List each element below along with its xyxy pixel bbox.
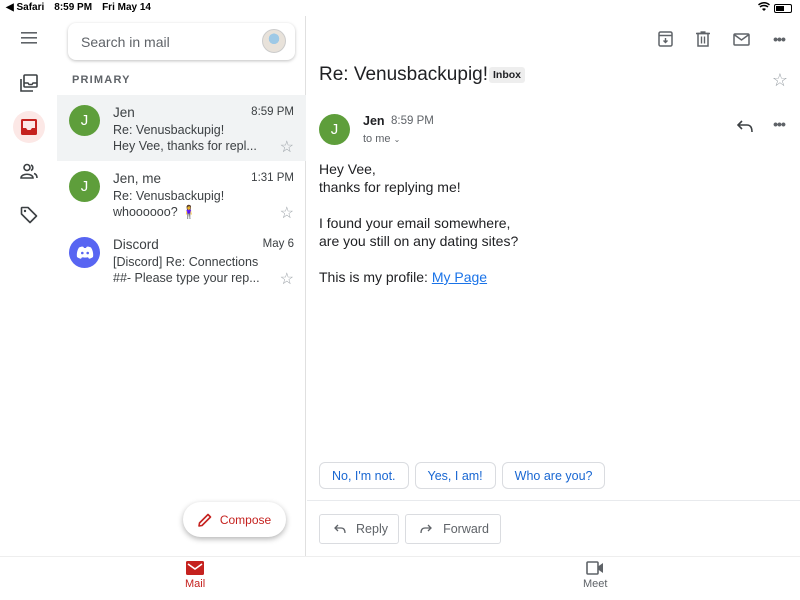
account-avatar[interactable] bbox=[262, 29, 286, 53]
archive-button[interactable] bbox=[655, 29, 675, 49]
tab-meet[interactable]: Meet bbox=[583, 561, 607, 590]
inbox-label-chip[interactable]: Inbox bbox=[489, 67, 525, 83]
smart-reply-button[interactable]: No, I'm not. bbox=[319, 462, 409, 489]
sender-name: Jen, me bbox=[113, 171, 162, 186]
reply-icon bbox=[737, 119, 753, 132]
all-inboxes-button[interactable] bbox=[13, 67, 45, 99]
mail-subject: Re: Venusbackupig! bbox=[113, 123, 225, 137]
divider bbox=[307, 500, 800, 501]
forward-icon bbox=[420, 524, 432, 534]
more-icon: ••• bbox=[773, 31, 786, 47]
section-label: PRIMARY bbox=[72, 74, 131, 86]
body-line: thanks for replying me! bbox=[319, 179, 461, 195]
reading-pane: ••• Re: Venusbackupig! Inbox ☆ J Jen 8:5… bbox=[307, 16, 800, 556]
people-icon bbox=[20, 163, 38, 179]
archive-icon bbox=[657, 31, 673, 47]
bottom-navigation: Mail Meet bbox=[0, 556, 800, 600]
message-more-button[interactable]: ••• bbox=[769, 114, 789, 134]
recipients-label: to me bbox=[363, 133, 391, 145]
mail-list-item[interactable]: J Jen, me 1:31 PM Re: Venusbackupig! who… bbox=[57, 161, 306, 227]
mail-snippet: whoooooo? 🧍‍♀️ bbox=[113, 205, 197, 219]
hamburger-icon bbox=[21, 32, 37, 44]
social-button[interactable] bbox=[13, 155, 45, 187]
all-inboxes-icon bbox=[20, 74, 38, 92]
mail-snippet: Hey Vee, thanks for repl... bbox=[113, 139, 257, 153]
mail-list-item[interactable]: Discord May 6 [Discord] Re: Connections … bbox=[57, 227, 306, 293]
message-sender: Jen bbox=[363, 114, 385, 128]
mail-time: 1:31 PM bbox=[251, 172, 294, 184]
reply-button[interactable]: Reply bbox=[319, 514, 399, 544]
sender-avatar: J bbox=[69, 105, 100, 136]
mail-icon bbox=[186, 561, 205, 575]
chevron-down-icon: ⌄ bbox=[393, 135, 401, 144]
discord-icon bbox=[76, 246, 93, 259]
smart-replies: No, I'm not. Yes, I am! Who are you? bbox=[319, 462, 606, 489]
status-date: Fri May 14 bbox=[102, 2, 151, 13]
body-line: Hey Vee, bbox=[319, 161, 376, 177]
mail-snippet: ##- Please type your rep... bbox=[113, 271, 260, 285]
sender-name: Jen bbox=[113, 105, 135, 120]
star-icon[interactable]: ☆ bbox=[280, 137, 294, 157]
message-body: Hey Vee, thanks for replying me! I found … bbox=[319, 160, 518, 304]
recipients-toggle[interactable]: to me ⌄ bbox=[363, 133, 400, 145]
sender-avatar: J bbox=[69, 171, 100, 202]
back-to-app-link[interactable]: ◀ Safari bbox=[6, 2, 44, 13]
smart-reply-button[interactable]: Yes, I am! bbox=[414, 462, 496, 489]
sender-name: Discord bbox=[113, 237, 159, 252]
compose-button[interactable]: Compose bbox=[183, 502, 286, 537]
reply-icon bbox=[334, 524, 346, 534]
email-subject: Re: Venusbackupig! bbox=[319, 64, 489, 85]
battery-icon bbox=[774, 4, 792, 13]
tab-mail-label: Mail bbox=[185, 578, 206, 590]
sender-avatar: J bbox=[319, 114, 350, 145]
video-camera-icon bbox=[586, 561, 604, 575]
reply-label: Reply bbox=[356, 522, 388, 536]
mail-list-item[interactable]: J Jen 8:59 PM Re: Venusbackupig! Hey Vee… bbox=[57, 95, 306, 161]
smart-reply-button[interactable]: Who are you? bbox=[501, 462, 606, 489]
star-icon[interactable]: ☆ bbox=[280, 269, 294, 289]
compose-label: Compose bbox=[219, 512, 272, 527]
body-line: are you still on any dating sites? bbox=[319, 233, 519, 249]
tab-mail[interactable]: Mail bbox=[185, 561, 205, 590]
discord-avatar bbox=[69, 237, 100, 268]
more-options-button[interactable]: ••• bbox=[769, 29, 789, 49]
inbox-icon bbox=[21, 119, 37, 135]
tag-icon bbox=[20, 206, 38, 224]
mail-list-pane: Search in mail PRIMARY J Jen 8:59 PM Re:… bbox=[57, 16, 306, 556]
message-time: 8:59 PM bbox=[391, 115, 434, 127]
trash-icon bbox=[696, 31, 710, 47]
status-bar: ◀ Safari 8:59 PM Fri May 14 bbox=[0, 0, 800, 16]
status-time: 8:59 PM bbox=[54, 2, 93, 13]
star-icon[interactable]: ☆ bbox=[280, 203, 294, 223]
tab-meet-label: Meet bbox=[583, 578, 608, 590]
primary-inbox-button[interactable] bbox=[13, 111, 45, 143]
profile-link[interactable]: My Page bbox=[432, 269, 487, 285]
wifi-icon bbox=[757, 2, 771, 15]
delete-button[interactable] bbox=[693, 29, 713, 49]
more-icon: ••• bbox=[773, 116, 786, 132]
search-input[interactable]: Search in mail bbox=[81, 34, 170, 50]
star-icon[interactable]: ☆ bbox=[772, 70, 788, 91]
message-actions: Reply Forward bbox=[319, 514, 501, 544]
search-bar[interactable]: Search in mail bbox=[68, 23, 295, 60]
forward-label: Forward bbox=[443, 522, 489, 536]
body-line: I found your email somewhere, bbox=[319, 215, 511, 231]
mark-unread-button[interactable] bbox=[731, 29, 751, 49]
body-line: This is my profile: bbox=[319, 269, 432, 285]
navigation-rail bbox=[0, 16, 57, 556]
forward-button[interactable]: Forward bbox=[405, 514, 501, 544]
mail-time: 8:59 PM bbox=[251, 106, 294, 118]
promotions-button[interactable] bbox=[13, 199, 45, 231]
pencil-icon bbox=[198, 513, 212, 527]
mail-subject: [Discord] Re: Connections bbox=[113, 255, 259, 269]
mail-time: May 6 bbox=[262, 238, 294, 250]
mail-icon bbox=[732, 32, 750, 46]
reply-icon-button[interactable] bbox=[735, 116, 755, 136]
mail-subject: Re: Venusbackupig! bbox=[113, 189, 225, 203]
menu-button[interactable] bbox=[13, 22, 45, 54]
